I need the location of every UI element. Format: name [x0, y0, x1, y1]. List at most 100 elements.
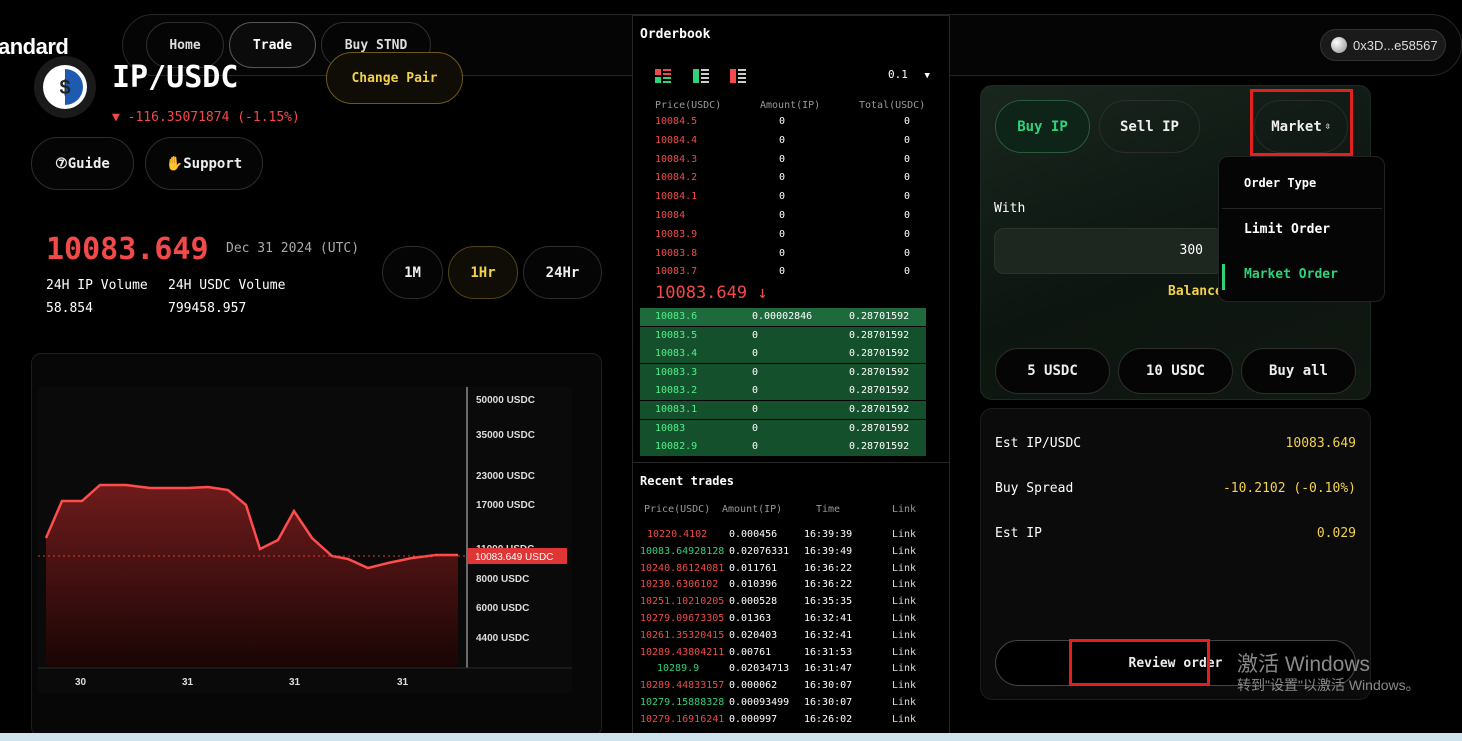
trade-price: 10230.6306102 [640, 579, 719, 591]
trade-time: 16:26:02 [804, 713, 853, 725]
ask-total: 0 [904, 247, 911, 259]
nav-trade[interactable]: Trade [229, 22, 316, 68]
trade-link[interactable]: Link [892, 663, 916, 674]
bid-total: 0.28701592 [849, 441, 910, 453]
bid-total: 0.28701592 [849, 422, 910, 434]
trade-link[interactable]: Link [892, 714, 916, 725]
trade-link[interactable]: Link [892, 613, 916, 624]
trade-row[interactable]: 10230.6306102 0.010396 16:36:22 Link [640, 577, 930, 593]
trade-row[interactable]: 10083.64928128 0.02076331 16:39:49 Link [640, 544, 930, 560]
view-bids-icon[interactable] [693, 69, 709, 83]
bid-amount: 0 [752, 366, 759, 378]
dropdown-header: Order Type [1244, 176, 1317, 190]
trade-link[interactable]: Link [892, 680, 916, 691]
bid-price: 10083.2 [655, 385, 698, 397]
trade-amount: 0.010396 [729, 579, 778, 591]
trade-link[interactable]: Link [892, 697, 916, 708]
ask-row[interactable]: 10083.9 0 0 [640, 226, 926, 244]
bid-row[interactable]: 10083.3 0 0.28701592 [640, 363, 926, 382]
ask-row[interactable]: 10084.5 0 0 [640, 113, 926, 131]
bid-row[interactable]: 10083.2 0 0.28701592 [640, 382, 926, 401]
annotation-highlight-review [1069, 639, 1210, 686]
dropdown-market-order[interactable]: Market Order [1224, 261, 1380, 295]
ask-amount: 0 [779, 153, 786, 165]
view-asks-icon[interactable] [730, 69, 746, 83]
tick-size-value: 0.1 [888, 68, 908, 81]
bid-total: 0.28701592 [849, 366, 910, 378]
interval-1hr[interactable]: 1Hr [448, 246, 518, 299]
bid-row[interactable]: 10083 0 0.28701592 [640, 419, 926, 438]
bid-total: 0.28701592 [849, 404, 910, 415]
support-button[interactable]: ✋Support [145, 137, 263, 190]
tick-size-select[interactable]: 0.1 ▼ [888, 68, 930, 81]
wallet-address: 0x3D...e58567 [1353, 37, 1438, 53]
bid-price: 10083 [655, 422, 686, 434]
trade-row[interactable]: 10251.10210205 0.000528 16:35:35 Link [640, 594, 930, 610]
ask-row[interactable]: 10084.2 0 0 [640, 169, 926, 187]
buy-all-button[interactable]: Buy all [1241, 348, 1356, 394]
trade-amount: 0.000997 [729, 713, 778, 725]
trade-row[interactable]: 10289.44833157 0.000062 16:30:07 Link [640, 678, 930, 694]
trade-link[interactable]: Link [892, 647, 916, 658]
y-tick: 4400 USDC [476, 633, 529, 644]
trade-time: 16:35:35 [804, 596, 853, 608]
trade-time: 16:32:41 [804, 613, 853, 624]
ask-price: 10084.3 [655, 153, 698, 165]
trade-link[interactable]: Link [892, 596, 916, 607]
trade-amount: 0.000062 [729, 680, 778, 692]
view-both-icon[interactable] [655, 69, 671, 83]
trade-row[interactable]: 10240.86124081 0.011761 16:36:22 Link [640, 561, 930, 577]
trade-price: 10220.4102 [647, 529, 708, 540]
guide-button[interactable]: ⑦Guide [31, 137, 134, 190]
bid-price: 10083.3 [655, 366, 698, 378]
trade-row[interactable]: 10279.15888328 0.00093499 16:30:07 Link [640, 695, 930, 711]
trade-row[interactable]: 10279.09673305 0.01363 16:32:41 Link [640, 611, 930, 627]
amount-input[interactable]: 300 [994, 228, 1224, 274]
interval-24hr[interactable]: 24Hr [523, 246, 602, 299]
bid-row[interactable]: 10083.1 0 0.28701592 [640, 401, 926, 419]
trade-row[interactable]: 10261.35320415 0.020403 16:32:41 Link [640, 628, 930, 644]
change-pair-button[interactable]: Change Pair [326, 52, 463, 104]
trade-row[interactable]: 10279.16916241 0.000997 16:26:02 Link [640, 712, 930, 728]
bid-amount: 0 [752, 348, 759, 360]
quick-10-usdc[interactable]: 10 USDC [1118, 348, 1233, 394]
last-price: 10083.649 [46, 232, 209, 267]
bid-row[interactable]: 10082.9 0 0.28701592 [640, 438, 926, 457]
windows-activation-subtitle: 转到"设置"以激活 Windows。 [1237, 677, 1420, 693]
trade-link[interactable]: Link [892, 630, 916, 641]
bid-row[interactable]: 10083.5 0 0.28701592 [640, 326, 926, 345]
pair-change: ▼ -116.35071874 (-1.15%) [112, 110, 300, 125]
wallet-button[interactable]: 0x3D...e58567 [1320, 29, 1446, 61]
trade-row[interactable]: 10289.9 0.02034713 16:31:47 Link [640, 661, 930, 677]
bid-total: 0.28701592 [849, 311, 910, 322]
ip-volume-label: 24H IP Volume [46, 278, 148, 293]
trade-row[interactable]: 10289.43804211 0.00761 16:31:53 Link [640, 645, 930, 661]
trade-link[interactable]: Link [892, 546, 916, 557]
trade-link[interactable]: Link [892, 579, 916, 590]
ask-row[interactable]: 10084.4 0 0 [640, 132, 926, 150]
amount-value: 300 [1179, 243, 1203, 258]
sell-tab[interactable]: Sell IP [1099, 100, 1200, 153]
bid-row[interactable]: 10083.6 0.00002846 0.28701592 [640, 308, 926, 326]
ask-amount: 0 [779, 210, 786, 221]
interval-1m[interactable]: 1M [382, 246, 443, 299]
trade-link[interactable]: Link [892, 563, 916, 574]
ask-row[interactable]: 10084 0 0 [640, 207, 926, 225]
ask-row[interactable]: 10084.3 0 0 [640, 151, 926, 169]
trade-link[interactable]: Link [892, 529, 916, 540]
price-date: Dec 31 2024 (UTC) [226, 241, 360, 256]
buy-tab[interactable]: Buy IP [995, 100, 1090, 153]
bid-row[interactable]: 10083.4 0 0.28701592 [640, 345, 926, 364]
rt-header-time: Time [816, 504, 841, 515]
ask-row[interactable]: 10083.7 0 0 [640, 263, 926, 281]
quick-5-usdc[interactable]: 5 USDC [995, 348, 1110, 394]
dropdown-limit-order[interactable]: Limit Order [1224, 216, 1380, 250]
rt-header-price: Price(USDC) [644, 504, 711, 515]
trade-row[interactable]: 10220.4102 0.000456 16:39:39 Link [640, 527, 930, 543]
ask-row[interactable]: 10084.1 0 0 [640, 188, 926, 206]
ip-volume-value: 58.854 [46, 301, 93, 316]
ask-row[interactable]: 10083.8 0 0 [640, 245, 926, 263]
price-chart[interactable]: 50000 USDC 35000 USDC 23000 USDC 17000 U… [38, 387, 572, 693]
ask-total: 0 [904, 116, 911, 127]
y-tick: 23000 USDC [476, 471, 535, 482]
